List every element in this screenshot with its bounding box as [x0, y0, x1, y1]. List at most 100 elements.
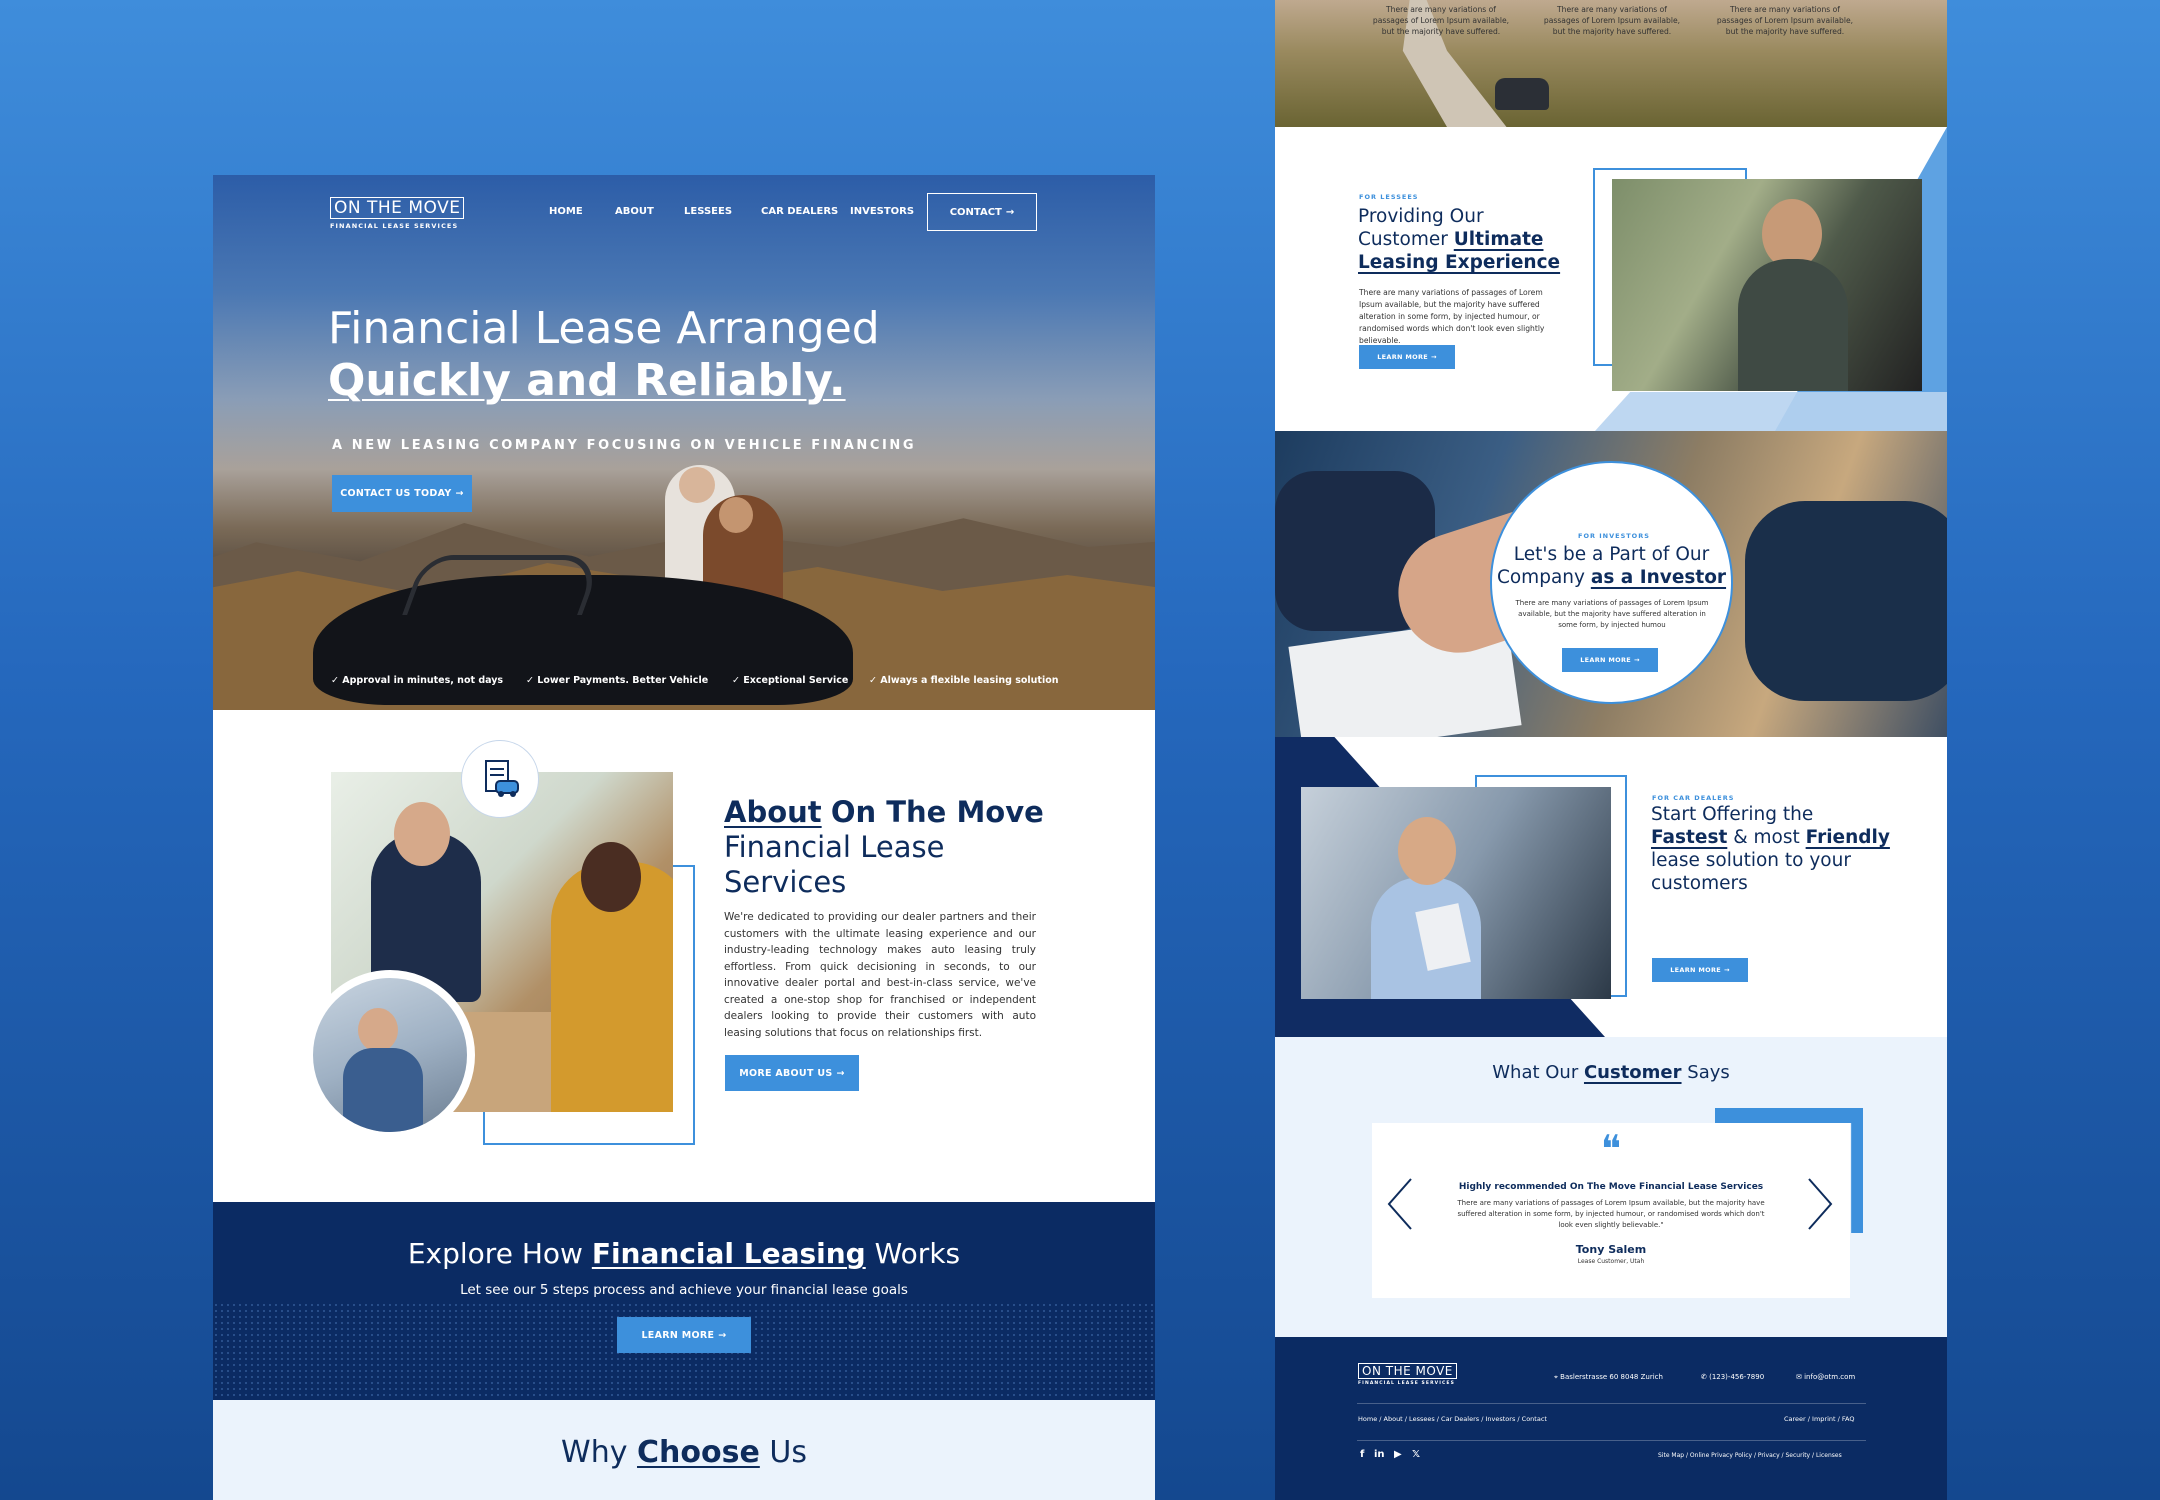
hero-tagline: A NEW LEASING COMPANY FOCUSING ON VEHICL…: [332, 438, 917, 453]
investors-learn-more-button[interactable]: LEARN MORE →: [1562, 648, 1658, 672]
footer-divider: [1357, 1403, 1866, 1404]
arrow-right-icon: →: [718, 1329, 727, 1341]
feature-label: Lower Payments. Better Vehicle: [537, 675, 709, 686]
logo-subtitle: FINANCIAL LEASE SERVICES: [330, 222, 459, 230]
feature-label: Approval in minutes, not days: [342, 675, 504, 686]
button-label: LEARN MORE: [1377, 353, 1428, 361]
dealers-learn-more-button[interactable]: LEARN MORE →: [1652, 958, 1748, 982]
document-car-icon: [461, 740, 539, 818]
footer-logo[interactable]: ON THE MOVE FINANCIAL LEASE SERVICES: [1358, 1363, 1457, 1386]
why-title-pre: Why: [561, 1435, 628, 1470]
contact-button-label: CONTACT: [949, 206, 1002, 218]
explore-section: [213, 1202, 1155, 1400]
investors-title-pre: Company: [1496, 567, 1585, 588]
testimonial-heading-pre: What Our: [1492, 1062, 1579, 1083]
site-logo[interactable]: ON THE MOVE FINANCIAL LEASE SERVICES: [330, 197, 465, 230]
about-title-highlight: About: [724, 795, 822, 829]
homepage-mockup-right: There are many variations of passages of…: [1275, 0, 1947, 1500]
check-icon: ✓: [732, 675, 744, 686]
explore-title-pre: Explore How: [407, 1237, 583, 1270]
nav-car-dealers[interactable]: CAR DEALERS: [761, 206, 838, 217]
for-dealers-section: FOR CAR DEALERS Start Offering the Faste…: [1275, 737, 1947, 1037]
photo-sleeve-right: [1745, 501, 1947, 701]
arrow-right-icon: →: [1724, 966, 1730, 974]
photo-woman-body: [1738, 259, 1848, 391]
explore-learn-more-button[interactable]: LEARN MORE →: [617, 1317, 751, 1353]
explore-subtitle: Let see our 5 steps process and achieve …: [460, 1282, 908, 1298]
footer-legal-links[interactable]: Site Map / Online Privacy Policy / Priva…: [1658, 1452, 1842, 1459]
banner-text-1: There are many variations of passages of…: [1372, 5, 1510, 36]
road-banner: There are many variations of passages of…: [1275, 0, 1947, 127]
arrow-right-icon: →: [1431, 353, 1437, 361]
lessees-text: There are many variations of passages of…: [1359, 288, 1545, 345]
chevron-left-icon[interactable]: [1385, 1177, 1415, 1231]
chevron-right-icon[interactable]: [1805, 1177, 1835, 1231]
contact-button[interactable]: CONTACT →: [927, 193, 1037, 231]
quote-icon: ❝: [1600, 1127, 1622, 1171]
lessees-title-highlight: Ultimate: [1453, 229, 1544, 250]
testimonial-heading-highlight: Customer: [1583, 1062, 1682, 1083]
hero-man-head: [679, 467, 715, 503]
testimonial-headline: Highly recommended On The Move Financial…: [1458, 1182, 1764, 1192]
testimonial-heading: What Our Customer Says: [1275, 1062, 1947, 1083]
investors-title: Let's be a Part of Our Company as a Inve…: [1490, 543, 1733, 589]
feature-flexible: ✓ Always a flexible leasing solution: [869, 675, 1059, 686]
youtube-icon[interactable]: ▶: [1394, 1449, 1402, 1460]
about-title-line2: Financial Lease: [724, 830, 945, 864]
more-about-us-button[interactable]: MORE ABOUT US →: [725, 1055, 859, 1091]
footer-divider-2: [1357, 1440, 1866, 1441]
x-twitter-icon[interactable]: 𝕏: [1412, 1449, 1420, 1460]
footer-nav-links[interactable]: Home / About / Lessees / Car Dealers / I…: [1358, 1415, 1547, 1423]
photo-advisor-head: [394, 802, 450, 866]
phone-icon: ✆: [1701, 1373, 1710, 1381]
why-title-highlight: Choose: [637, 1435, 760, 1470]
explore-title: Explore How Financial Leasing Works: [213, 1237, 1155, 1270]
hero-woman-head: [719, 497, 753, 533]
why-title-post: Us: [769, 1435, 807, 1470]
explore-title-highlight: Financial Leasing: [591, 1237, 866, 1270]
button-label: LEARN MORE: [641, 1329, 715, 1341]
hero-title-line1: Financial Lease Arranged: [328, 303, 880, 354]
testimonial-name: Tony Salem: [1575, 1243, 1647, 1256]
cta-label: CONTACT US TODAY: [340, 488, 452, 499]
dealers-title-highlight1: Fastest: [1651, 827, 1728, 848]
button-label: LEARN MORE: [1670, 966, 1721, 974]
footer-address: ⌖ Baslerstrasse 60 8048 Zurich: [1554, 1373, 1663, 1382]
hero-title-line2: Quickly and Reliably.: [328, 355, 846, 406]
lessees-title-highlight2: Leasing Experience: [1358, 252, 1561, 273]
banner-text-3: There are many variations of passages of…: [1716, 5, 1854, 36]
footer-secondary-links[interactable]: Career / Imprint / FAQ: [1784, 1415, 1854, 1423]
nav-lessees[interactable]: LESSEES: [684, 206, 732, 217]
nav-about[interactable]: ABOUT: [615, 206, 654, 217]
arrow-right-icon: →: [836, 1067, 845, 1079]
button-label: LEARN MORE: [1580, 656, 1631, 664]
feature-lower-payments: ✓ Lower Payments. Better Vehicle: [526, 675, 708, 686]
decor-dots-strip: [1595, 392, 1947, 431]
nav-home[interactable]: HOME: [549, 206, 583, 217]
mail-icon: ✉: [1796, 1373, 1805, 1381]
phone-text: (123)-456-7890: [1709, 1373, 1765, 1381]
photo-client-head: [581, 842, 641, 912]
contact-us-today-button[interactable]: CONTACT US TODAY →: [332, 475, 472, 512]
dealers-title: Start Offering the Fastest & most Friend…: [1651, 803, 1890, 895]
facebook-icon[interactable]: f: [1360, 1449, 1364, 1460]
testimonial-text: There are many variations of passages of…: [1457, 1199, 1765, 1229]
feature-label: Always a flexible leasing solution: [880, 675, 1059, 686]
about-title: About On The Move Financial Lease Servic…: [724, 795, 1044, 900]
feature-label: Exceptional Service: [743, 675, 849, 686]
lessees-learn-more-button[interactable]: LEARN MORE →: [1359, 345, 1455, 369]
photo-person-body: [343, 1048, 423, 1132]
road-car: [1495, 78, 1549, 110]
linkedin-icon[interactable]: in: [1374, 1449, 1385, 1460]
footer-logo-subtitle: FINANCIAL LEASE SERVICES: [1358, 1381, 1455, 1386]
lessees-title: Providing Our Customer Ultimate Leasing …: [1358, 205, 1560, 274]
arrow-right-icon: →: [1634, 656, 1640, 664]
homepage-mockup-left: ON THE MOVE FINANCIAL LEASE SERVICES HOM…: [213, 175, 1155, 1500]
photo-dealer-head: [1398, 817, 1456, 885]
dealers-title-line1: Start Offering the: [1651, 804, 1814, 825]
footer-email[interactable]: ✉ info@otm.com: [1796, 1373, 1855, 1381]
nav-investors[interactable]: INVESTORS: [850, 206, 914, 217]
investors-tag: FOR INVESTORS: [1578, 532, 1650, 540]
footer-phone[interactable]: ✆ (123)-456-7890: [1701, 1373, 1764, 1381]
photo-person-head: [358, 1008, 398, 1052]
